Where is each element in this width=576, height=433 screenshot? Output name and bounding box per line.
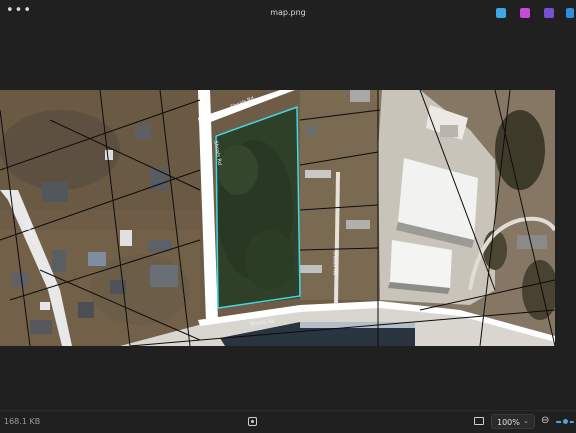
chevron-down-icon: ⌄ — [523, 417, 529, 425]
zoom-out-icon[interactable]: ⊖ — [541, 415, 549, 426]
clipchamp-icon[interactable] — [544, 8, 554, 18]
title-bar: ••• map.png — [0, 0, 576, 26]
edit-icon[interactable] — [496, 8, 506, 18]
designer-icon[interactable] — [520, 8, 530, 18]
road-label: Shoals Rd — [331, 250, 338, 276]
aerial-map-image — [0, 90, 555, 346]
file-size-label: 168.1 KB — [4, 417, 41, 426]
fit-to-window-icon[interactable] — [474, 417, 484, 425]
status-bar: 168.1 KB 100% ⌄ ⊖ — [0, 410, 576, 433]
focus-icon[interactable] — [248, 417, 257, 426]
zoom-slider[interactable] — [556, 417, 574, 427]
image-viewport[interactable]: Shoals Rd Shoals Rd Shoals Rd Shoals Rd … — [0, 90, 555, 346]
onedrive-icon[interactable] — [566, 8, 574, 18]
zoom-value: 100% — [497, 418, 520, 427]
zoom-slider-thumb[interactable] — [560, 417, 570, 426]
window-title: map.png — [270, 8, 306, 17]
zoom-level-dropdown[interactable]: 100% ⌄ — [491, 414, 535, 429]
